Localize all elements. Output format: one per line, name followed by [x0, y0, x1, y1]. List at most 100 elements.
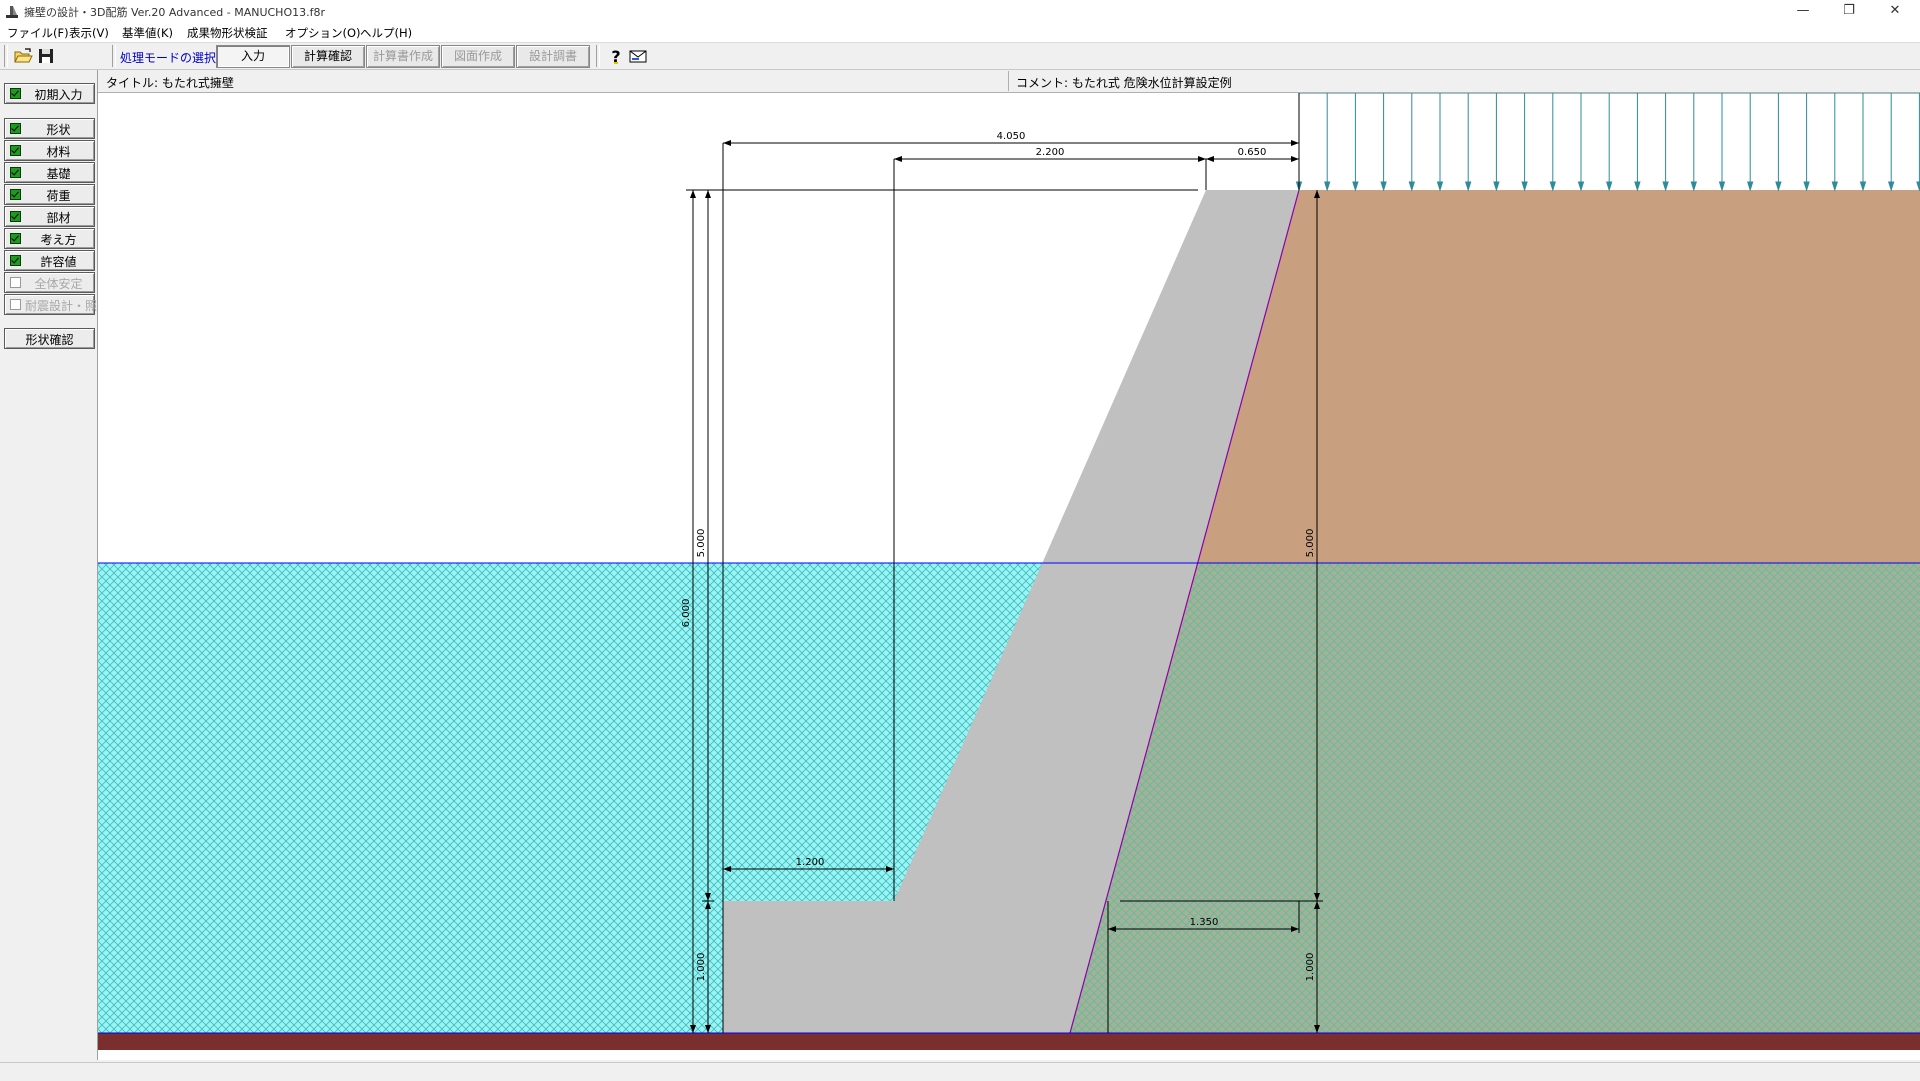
- dim-left-inner-upper: 5.000: [696, 529, 707, 558]
- load-arrow-head: [1579, 182, 1584, 190]
- load-arrow-head: [1635, 182, 1640, 190]
- title-bar: 擁壁の設計・3D配筋 Ver.20 Advanced - MANUCHO13.f…: [0, 0, 1920, 22]
- mode-calc-check-button[interactable]: 計算確認: [291, 45, 365, 68]
- check-icon: [10, 167, 21, 178]
- button-label: 材料: [25, 143, 92, 160]
- button-label: 基礎: [25, 165, 92, 182]
- button-label: 考え方: [25, 231, 92, 248]
- drawing-canvas[interactable]: 4.050 2.200 0.650 6.000 5.000 1.000 5.00…: [98, 93, 1920, 1060]
- allowable-button[interactable]: 許容値: [4, 250, 95, 271]
- load-arrow-head: [1325, 182, 1330, 190]
- menu-view[interactable]: 表示(V): [69, 25, 109, 41]
- material-button[interactable]: 材料: [4, 140, 95, 161]
- dim-right-upper: 5.000: [1305, 529, 1316, 558]
- retaining-wall-diagram: 4.050 2.200 0.650 6.000 5.000 1.000 5.00…: [98, 93, 1920, 1060]
- open-folder-icon[interactable]: [13, 46, 33, 66]
- ground-base: [98, 1033, 1920, 1050]
- dim-top-mid: 2.200: [1036, 147, 1065, 158]
- load-arrow-head: [1889, 182, 1894, 190]
- status-bar: [0, 1062, 1920, 1081]
- load-arrow-head: [1438, 182, 1443, 190]
- menu-help[interactable]: ヘルプ(H): [360, 25, 412, 41]
- mail-icon[interactable]: [628, 46, 648, 66]
- button-label: 形状: [25, 121, 92, 138]
- shape-button[interactable]: 形状: [4, 118, 95, 139]
- button-label: 荷重: [25, 187, 92, 204]
- button-label: 全体安定: [25, 275, 92, 292]
- load-arrow-head: [1691, 182, 1696, 190]
- button-label: 耐震設計・照: [25, 297, 92, 314]
- global-stability-button[interactable]: 全体安定: [4, 272, 95, 293]
- button-label: 形状確認: [7, 331, 92, 348]
- dim-left-outer: 6.000: [681, 599, 692, 628]
- load-arrow-head: [1832, 182, 1837, 190]
- button-label: 初期入力: [25, 86, 92, 103]
- checkbox-empty-icon: [10, 277, 21, 288]
- load-arrow-head: [1353, 182, 1358, 190]
- check-icon: [10, 145, 21, 156]
- load-arrow-head: [1607, 182, 1612, 190]
- check-icon: [10, 211, 21, 222]
- load-arrow-head: [1494, 182, 1499, 190]
- load-arrow-head: [1720, 182, 1725, 190]
- load-arrow-head: [1466, 182, 1471, 190]
- check-icon: [10, 255, 21, 266]
- load-arrow-head: [1409, 182, 1414, 190]
- load-arrow-head: [1748, 182, 1753, 190]
- approach-button[interactable]: 考え方: [4, 228, 95, 249]
- menu-bar: ファイル(F) 表示(V) 基準値(K) 成果物形状検証 オプション(O) ヘル…: [0, 22, 1920, 43]
- button-label: 許容値: [25, 253, 92, 270]
- check-icon: [10, 189, 21, 200]
- load-arrow-head: [1804, 182, 1809, 190]
- check-icon: [10, 88, 21, 99]
- submerged-soil-hatch: [1070, 563, 1920, 1033]
- header-divider: [1008, 71, 1009, 91]
- load-arrow-head: [1861, 182, 1866, 190]
- drawing-header: タイトル: もたれ式擁壁 コメント: もたれ式 危険水位計算設定例: [98, 70, 1920, 93]
- load-button[interactable]: 荷重: [4, 184, 95, 205]
- dim-toe-width: 1.200: [796, 857, 825, 868]
- mode-selection-label: 処理モードの選択: [120, 49, 216, 66]
- button-label: 部材: [25, 209, 92, 226]
- surcharge-load-arrows: [1297, 93, 1920, 190]
- menu-standard[interactable]: 基準値(K): [122, 25, 173, 41]
- help-icon[interactable]: ?: [606, 46, 626, 66]
- check-icon: [10, 233, 21, 244]
- dim-right-lower: 1.000: [1305, 953, 1316, 982]
- menu-verify[interactable]: 成果物形状検証: [187, 25, 268, 41]
- dim-heel-width: 1.350: [1190, 917, 1219, 928]
- drawing-title: タイトル: もたれ式擁壁: [106, 74, 234, 91]
- load-arrow-head: [1522, 182, 1527, 190]
- mode-report-button[interactable]: 計算書作成: [366, 45, 440, 68]
- load-arrow-head: [1550, 182, 1555, 190]
- menu-options[interactable]: オプション(O): [285, 25, 361, 41]
- member-button[interactable]: 部材: [4, 206, 95, 227]
- toolbar-separator: [112, 45, 116, 67]
- initial-input-button[interactable]: 初期入力: [4, 83, 95, 104]
- window-title: 擁壁の設計・3D配筋 Ver.20 Advanced - MANUCHO13.f…: [24, 4, 325, 20]
- load-arrow-head: [1663, 182, 1668, 190]
- foundation-button[interactable]: 基礎: [4, 162, 95, 183]
- mode-drawing-button[interactable]: 図面作成: [441, 45, 515, 68]
- app-icon: [4, 3, 20, 19]
- minimize-button[interactable]: —: [1780, 0, 1826, 22]
- mode-input-button[interactable]: 入力: [216, 45, 290, 68]
- load-arrow-head: [1776, 182, 1781, 190]
- save-icon[interactable]: [36, 46, 56, 66]
- toolbar-separator: [4, 45, 8, 67]
- toolbar: 処理モードの選択 入力 計算確認 計算書作成 図面作成 設計調書 ?: [0, 43, 1920, 70]
- toolbar-separator: [596, 45, 600, 67]
- load-arrow-head: [1381, 182, 1386, 190]
- drawing-comment: コメント: もたれ式 危険水位計算設定例: [1016, 74, 1232, 91]
- restore-button[interactable]: ❐: [1826, 0, 1872, 22]
- dim-left-inner-lower: 1.000: [696, 953, 707, 982]
- shape-check-button[interactable]: 形状確認: [4, 328, 95, 349]
- left-input-panel: 初期入力 形状 材料 基礎 荷重 部材 考え方 許容値 全体安定 耐震設計・照 …: [0, 70, 98, 1060]
- dim-top-total: 4.050: [997, 131, 1026, 142]
- checkbox-empty-icon: [10, 299, 21, 310]
- mode-design-sheet-button[interactable]: 設計調書: [516, 45, 590, 68]
- dim-top-right: 0.650: [1238, 147, 1267, 158]
- seismic-design-button[interactable]: 耐震設計・照: [4, 294, 95, 315]
- close-button[interactable]: ✕: [1872, 0, 1918, 22]
- menu-file[interactable]: ファイル(F): [7, 25, 69, 41]
